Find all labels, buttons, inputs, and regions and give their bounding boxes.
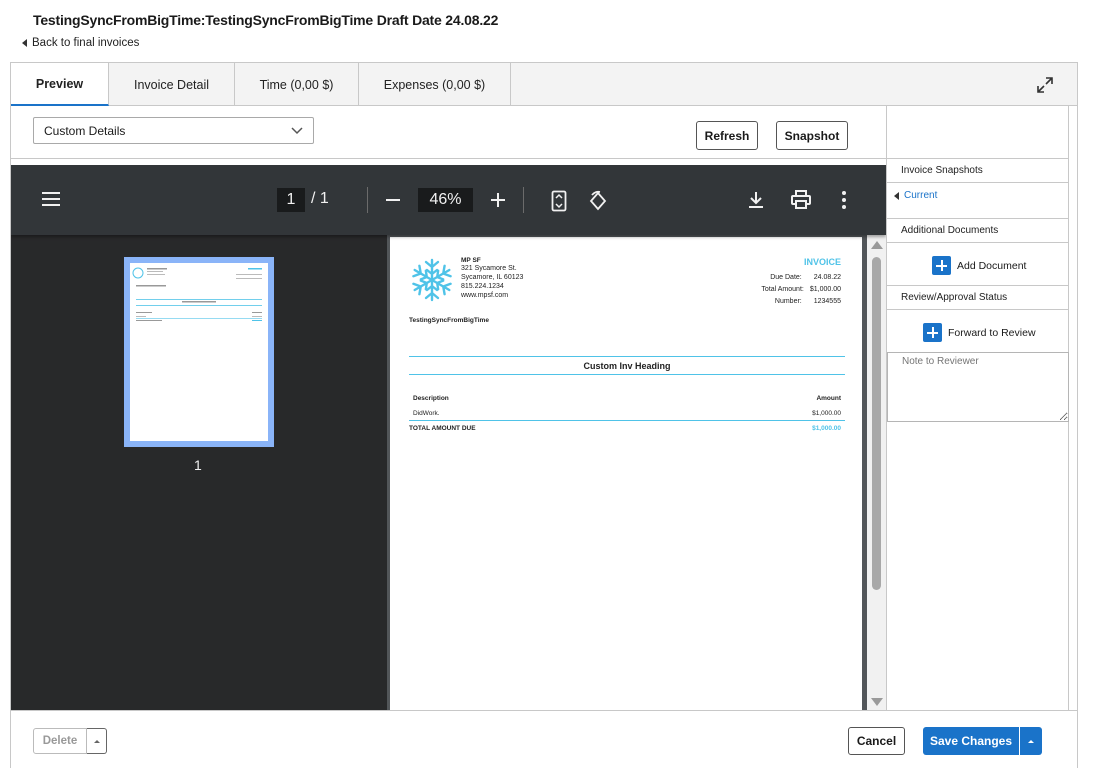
refresh-button[interactable]: Refresh (696, 121, 758, 150)
heading-rule-top (409, 356, 845, 357)
download-icon[interactable] (746, 190, 766, 210)
page-number-input[interactable]: 1 (277, 188, 305, 212)
caret-up-icon (93, 739, 100, 743)
pdf-viewer: 1 / 1 46% 1 MP SF 321 Sycamore St. Sycam… (11, 165, 886, 710)
forward-to-review-label: Forward to Review (948, 326, 1036, 339)
template-select[interactable]: Custom Details (33, 117, 314, 144)
tab-invoice-detail[interactable]: Invoice Detail (109, 63, 235, 106)
tab-preview[interactable]: Preview (11, 63, 109, 106)
preview-toolbar: Custom Details Refresh Snapshot (11, 106, 886, 159)
menu-icon[interactable] (41, 191, 61, 207)
caret-up-icon (1028, 739, 1034, 743)
zoom-in-icon[interactable] (490, 192, 506, 208)
company-name: MP SF (461, 257, 481, 264)
print-icon[interactable] (790, 190, 812, 210)
scroll-down-icon[interactable] (871, 698, 883, 706)
expand-icon[interactable] (1035, 75, 1055, 95)
page-title: TestingSyncFromBigTime:TestingSyncFromBi… (33, 12, 499, 28)
client-name: TestingSyncFromBigTime (409, 317, 489, 324)
delete-button[interactable]: Delete (33, 728, 87, 754)
back-link-label: Back to final invoices (32, 37, 140, 49)
snapshot-button[interactable]: Snapshot (776, 121, 848, 150)
additional-documents-header: Additional Documents (887, 218, 1069, 243)
scroll-up-icon[interactable] (871, 241, 883, 249)
zoom-out-icon[interactable] (385, 194, 401, 206)
tab-expenses[interactable]: Expenses (0,00 $) (359, 63, 511, 106)
rotate-icon[interactable] (586, 189, 610, 213)
pdf-toolbar: 1 / 1 46% (11, 165, 886, 235)
snowflake-logo-icon (410, 258, 454, 302)
review-status-header: Review/Approval Status (887, 285, 1069, 310)
heading-rule-bottom (409, 374, 845, 375)
line-item-amount: $1,000.00 (812, 410, 841, 417)
fit-page-icon[interactable] (551, 190, 567, 212)
save-options-toggle[interactable] (1020, 727, 1042, 755)
template-select-value: Custom Details (44, 123, 126, 138)
invoice-page: MP SF 321 Sycamore St. Sycamore, IL 6012… (390, 237, 862, 710)
line-item-rule (409, 420, 845, 421)
total-due-value: $1,000.00 (812, 425, 841, 432)
total-amount-row: Total Amount: $1,000.00 (761, 286, 841, 293)
note-to-reviewer-input[interactable] (887, 352, 1069, 422)
chevron-down-icon (291, 126, 303, 134)
current-snapshot-label: Current (904, 190, 938, 201)
section-heading: Custom Inv Heading (583, 361, 671, 371)
line-item-description: DidWork. (413, 410, 440, 417)
thumbnail-preview-image (132, 267, 262, 321)
zoom-input[interactable]: 46% (418, 188, 473, 212)
plus-icon (932, 256, 951, 275)
invoice-heading: INVOICE (803, 257, 841, 267)
toolbar-divider (523, 187, 524, 213)
total-due-label: TOTAL AMOUNT DUE (409, 425, 476, 432)
plus-icon (923, 323, 942, 342)
page-thumbnail[interactable] (124, 257, 274, 447)
invoice-panel: Preview Invoice Detail Time (0,00 $) Exp… (10, 62, 1078, 768)
toolbar-divider (367, 187, 368, 213)
add-document-label: Add Document (957, 259, 1027, 272)
total-amount-label: Total Amount: (761, 286, 804, 293)
column-description: Description (413, 395, 449, 402)
side-panel: Invoice Snapshots Current Additional Doc… (886, 106, 1069, 710)
tab-bar: Preview Invoice Detail Time (0,00 $) Exp… (11, 63, 1077, 106)
document-area: MP SF 321 Sycamore St. Sycamore, IL 6012… (387, 235, 867, 710)
cancel-button[interactable]: Cancel (848, 727, 905, 755)
invoice-number-value: 1234555 (813, 298, 841, 305)
company-address2: Sycamore, IL 60123 (461, 274, 524, 281)
save-changes-button[interactable]: Save Changes (923, 727, 1019, 755)
caret-left-icon (22, 39, 27, 47)
due-date-label: Due Date: (770, 274, 802, 281)
company-website: www.mpsf.com (461, 292, 509, 299)
invoice-number-label: Number: (774, 298, 802, 305)
back-link[interactable]: Back to final invoices (22, 37, 139, 49)
tab-time[interactable]: Time (0,00 $) (235, 63, 359, 106)
more-options-icon[interactable] (841, 190, 847, 210)
current-snapshot-link[interactable]: Current (894, 190, 937, 201)
footer-bar: Delete Cancel Save Changes (11, 710, 1077, 768)
due-date-row: Due Date: 24.08.22 (770, 274, 841, 281)
total-amount-value: $1,000.00 (809, 286, 841, 293)
thumbnail-sidebar: 1 (11, 235, 387, 710)
caret-left-icon (894, 191, 899, 200)
delete-menu-toggle[interactable] (87, 728, 107, 754)
snapshots-header: Invoice Snapshots (887, 158, 1069, 183)
forward-to-review-button[interactable]: Forward to Review (923, 323, 1036, 342)
invoice-number-row: Number: 1234555 (775, 298, 841, 305)
column-amount: Amount (816, 395, 841, 402)
document-scrollbar[interactable] (867, 235, 886, 710)
company-phone: 815.224.1234 (461, 283, 504, 290)
add-document-button[interactable]: Add Document (932, 256, 1026, 275)
due-date-value: 24.08.22 (813, 274, 841, 281)
thumbnail-page-number: 1 (194, 457, 202, 473)
scrollbar-thumb[interactable] (872, 257, 881, 590)
thumbnail-page (130, 263, 268, 441)
company-address1: 321 Sycamore St. (461, 265, 517, 272)
page-total: / 1 (311, 190, 329, 207)
